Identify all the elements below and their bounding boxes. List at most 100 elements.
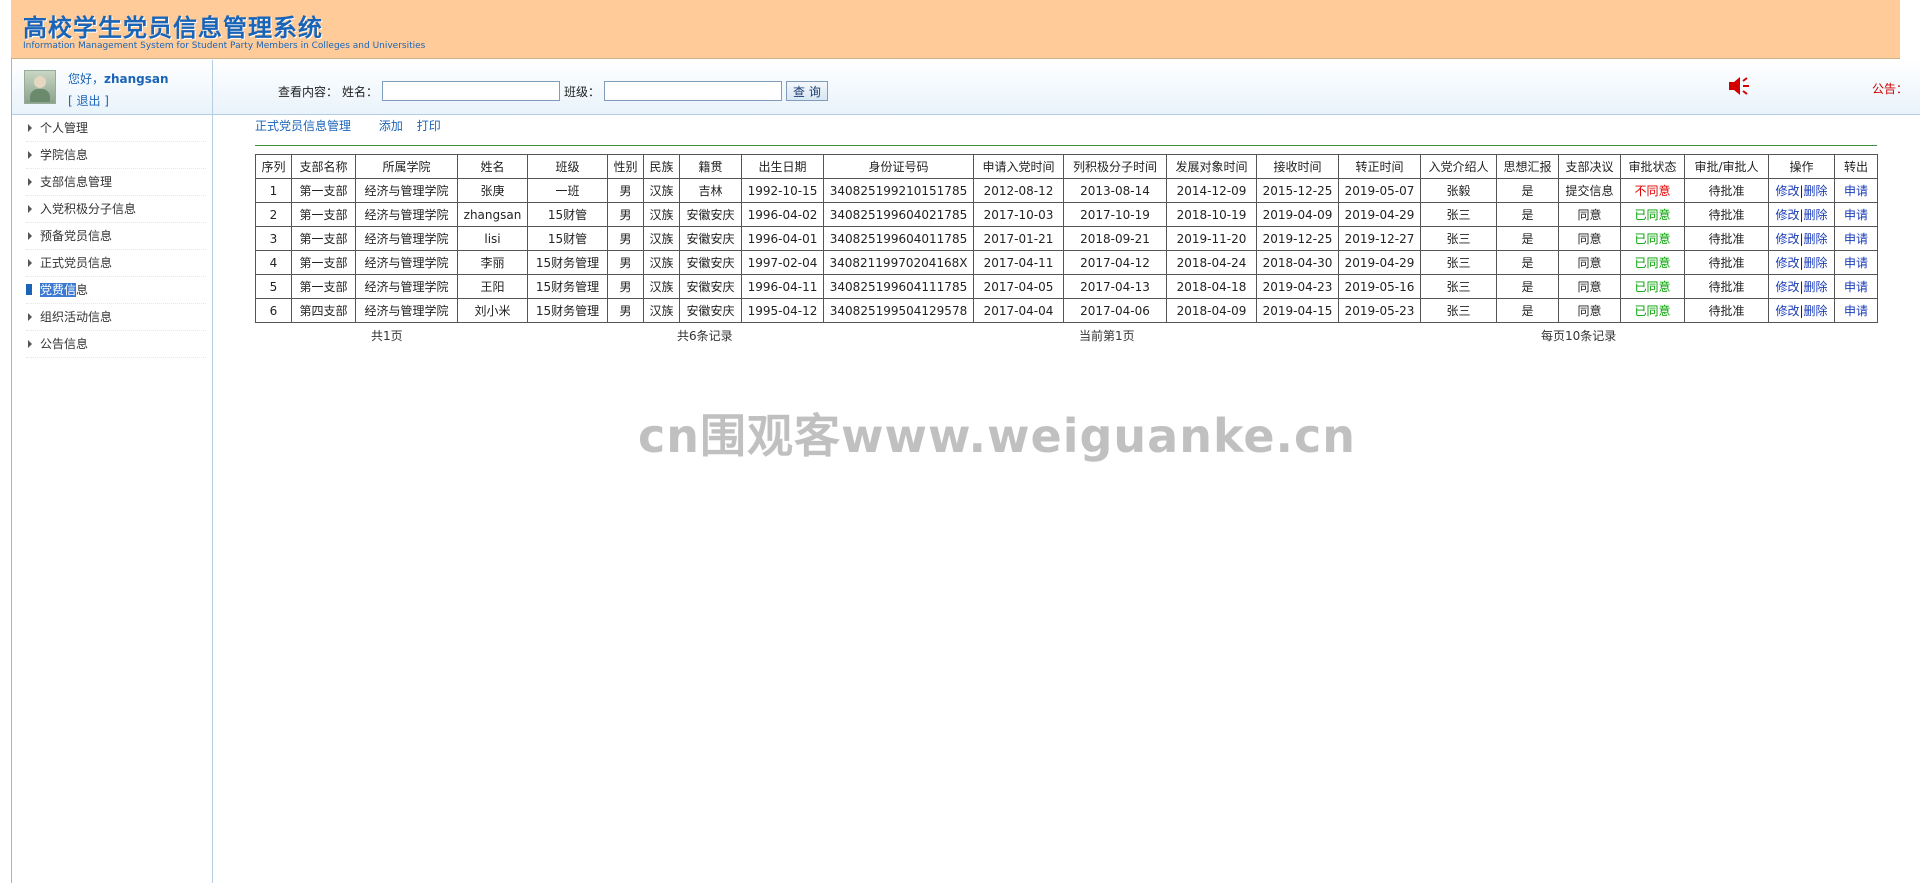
table-cell: 张毅 [1420, 178, 1497, 203]
table-cell: 2018-04-24 [1166, 250, 1257, 275]
table-cell: 张三 [1420, 274, 1497, 299]
table-cell: 2019-12-27 [1338, 226, 1421, 251]
notice-label: 公告： [1872, 82, 1909, 96]
table-cell: 2019-04-29 [1338, 250, 1421, 275]
sidebar-item-probationary[interactable]: 预备党员信息 [26, 223, 206, 250]
column-header: 支部决议 [1558, 154, 1621, 179]
logout-link[interactable]: [ 退出 ] [68, 92, 109, 109]
sidebar-item-label: 学院信息 [40, 148, 89, 162]
sidebar-item-personal[interactable]: 个人管理 [26, 115, 206, 142]
edit-link[interactable]: 修改 [1775, 304, 1799, 318]
apply-transfer-link[interactable]: 申请 [1844, 232, 1868, 246]
table-cell: 340825199604011785 [823, 226, 974, 251]
table-row: 1 第一支部 经济与管理学院 张庚 一班男汉族 吉林 1992-10-15 340825199… [255, 178, 1878, 203]
sidebar-item-label: 入党积极分子信息 [40, 202, 137, 216]
table-cell: 张庚 [457, 178, 528, 203]
sidebar-item-label: 公告信息 [40, 337, 89, 351]
table-cell: 2012-08-12 [973, 178, 1064, 203]
sidebar-item-activists[interactable]: 入党积极分子信息 [26, 196, 206, 223]
total-records: 共6条记录 [677, 329, 733, 343]
table-cell: 男 [607, 250, 644, 275]
table-header-row: 序列 支部名称 所属学院 姓名 班级 性别 民族 籍贯 出生日期 身份证号码 申请入党时间 列积极分子… [255, 154, 1878, 179]
table-cell: 1996-04-11 [741, 274, 824, 299]
table-cell: 提交信息 [1558, 178, 1621, 203]
table-cell: 340825199210151785 [823, 178, 974, 203]
table-cell: 第一支部 [291, 202, 356, 227]
table-cell: 1995-04-12 [741, 298, 824, 323]
edit-link[interactable]: 修改 [1775, 184, 1799, 198]
table-cell: 2019-05-16 [1338, 274, 1421, 299]
sidebar-item-formal-members[interactable]: 正式党员信息 [26, 250, 206, 277]
table-row: 4 第一支部 经济与管理学院 李丽 15财务管理男汉族 安徽安庆 1997-02-04 340… [255, 250, 1878, 275]
name-search-input[interactable] [382, 81, 561, 101]
table-cell: 张三 [1420, 298, 1497, 323]
delete-link[interactable]: 删除 [1804, 208, 1828, 222]
edit-link[interactable]: 修改 [1775, 232, 1799, 246]
class-search-input[interactable] [604, 81, 783, 101]
delete-link[interactable]: 删除 [1804, 256, 1828, 270]
header-banner: 高校学生党员信息管理系统 Information Management Syst… [11, 0, 1900, 59]
table-cell: 汉族 [643, 298, 680, 323]
delete-link[interactable]: 删除 [1804, 232, 1828, 246]
table-cell: 是 [1496, 298, 1559, 323]
table-cell: 安徽安庆 [679, 250, 742, 275]
column-header: 发展对象时间 [1166, 154, 1257, 179]
table-cell: 是 [1496, 274, 1559, 299]
search-bar: 查看内容： 姓名： 班级： 查 询 [278, 80, 828, 102]
delete-link[interactable]: 删除 [1804, 304, 1828, 318]
print-link[interactable]: 打印 [417, 119, 441, 133]
members-table: 序列 支部名称 所属学院 姓名 班级 性别 民族 籍贯 出生日期 身份证号码 申请入党时间 列积极分子… [255, 154, 1878, 323]
add-link[interactable]: 添加 [379, 119, 403, 133]
delete-link[interactable]: 删除 [1804, 184, 1828, 198]
table-cell: 15财管 [527, 202, 608, 227]
table-cell: 汉族 [643, 250, 680, 275]
chevron-right-icon [28, 259, 32, 267]
table-cell: 待批准 [1684, 298, 1769, 323]
apply-transfer-link[interactable]: 申请 [1844, 184, 1868, 198]
table-cell: 15财务管理 [527, 274, 608, 299]
column-header: 审批/审批人 [1684, 154, 1769, 179]
avatar-head [34, 76, 46, 88]
sidebar-item-college[interactable]: 学院信息 [26, 142, 206, 169]
edit-link[interactable]: 修改 [1775, 280, 1799, 294]
table-cell: 2019-04-23 [1256, 274, 1339, 299]
delete-link[interactable]: 删除 [1804, 280, 1828, 294]
table-cell: 经济与管理学院 [355, 274, 458, 299]
table-cell: 第一支部 [291, 250, 356, 275]
table-cell: 男 [607, 298, 644, 323]
section-title-link[interactable]: 正式党员信息管理 [255, 119, 351, 133]
table-cell: 一班 [527, 178, 608, 203]
table-cell: 张三 [1420, 226, 1497, 251]
edit-link[interactable]: 修改 [1775, 208, 1799, 222]
table-cell: 2018-10-19 [1166, 202, 1257, 227]
apply-transfer-link[interactable]: 申请 [1844, 280, 1868, 294]
table-cell: 34082119970204168X [823, 250, 974, 275]
column-header: 审批状态 [1620, 154, 1685, 179]
sidebar-item-label-rest: 息 [76, 283, 89, 297]
table-cell: 汉族 [643, 202, 680, 227]
table-cell: 2017-04-05 [973, 274, 1064, 299]
chevron-right-icon [28, 205, 32, 213]
column-header: 身份证号码 [823, 154, 974, 179]
apply-transfer-link[interactable]: 申请 [1844, 208, 1868, 222]
table-cell: 3 [255, 226, 292, 251]
actions-cell: 修改|删除 [1768, 298, 1835, 323]
table-cell: 2014-12-09 [1166, 178, 1257, 203]
apply-transfer-link[interactable]: 申请 [1844, 256, 1868, 270]
table-cell: 15财务管理 [527, 298, 608, 323]
sidebar-item-branch[interactable]: 支部信息管理 [26, 169, 206, 196]
table-cell: 2019-04-09 [1256, 202, 1339, 227]
user-panel: 您好，zhangsan [ 退出 ] [12, 60, 213, 114]
sidebar-item-party-fees[interactable]: 党费信息 [26, 277, 206, 304]
apply-transfer-link[interactable]: 申请 [1844, 304, 1868, 318]
column-header: 思想汇报 [1496, 154, 1559, 179]
edit-link[interactable]: 修改 [1775, 256, 1799, 270]
table-cell: 李丽 [457, 250, 528, 275]
avatar [24, 70, 56, 104]
sidebar-item-activities[interactable]: 组织活动信息 [26, 304, 206, 331]
sidebar-item-notices[interactable]: 公告信息 [26, 331, 206, 358]
table-cell: 第一支部 [291, 226, 356, 251]
query-button[interactable]: 查 询 [786, 81, 828, 101]
table-row: 2 第一支部 经济与管理学院 zhangsan 15财管男汉族 安徽安庆 1996-04-0… [255, 202, 1878, 227]
actions-cell: 修改|删除 [1768, 202, 1835, 227]
